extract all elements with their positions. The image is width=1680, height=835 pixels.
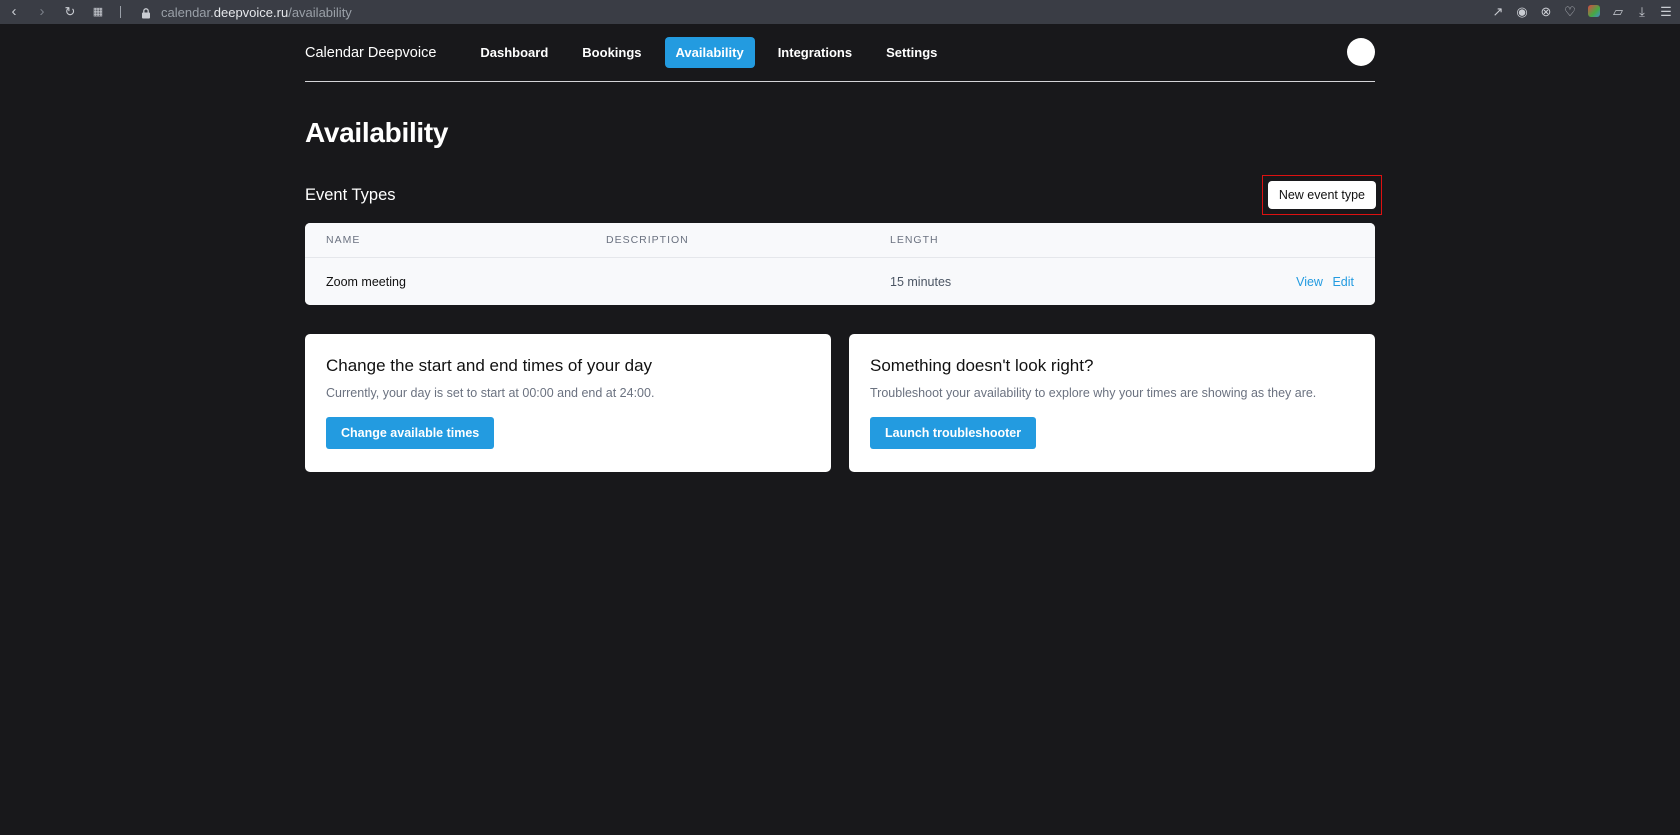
nav-availability[interactable]: Availability — [664, 37, 755, 68]
event-types-header: Event Types New event type — [305, 175, 1382, 215]
view-link[interactable]: View — [1296, 275, 1323, 289]
browser-toolbar: ‹ › ↻ ▦ calendar.deepvoice.ru/availabili… — [0, 0, 1680, 24]
edit-link[interactable]: Edit — [1332, 275, 1354, 289]
share-icon[interactable]: ↗ — [1490, 4, 1506, 20]
column-header-name: NAME — [326, 234, 361, 246]
card-title: Something doesn't look right? — [870, 356, 1094, 375]
url-path: /availability — [288, 4, 352, 20]
table-row: Zoom meeting 15 minutes View Edit — [305, 258, 1375, 305]
troubleshooter-card: Something doesn't look right? Troublesho… — [849, 334, 1375, 472]
forward-icon[interactable]: › — [28, 0, 56, 24]
highlight-frame: New event type — [1261, 175, 1382, 215]
box-icon[interactable]: ▱ — [1610, 4, 1626, 20]
working-hours-card: Change the start and end times of your d… — [305, 334, 831, 472]
download-icon[interactable]: ⤓ — [1634, 4, 1650, 20]
heart-icon[interactable]: ♡ — [1562, 4, 1578, 20]
url-prefix: calendar. — [161, 4, 214, 20]
brand-name[interactable]: Calendar Deepvoice — [305, 45, 436, 61]
card-description: Currently, your day is set to start at 0… — [326, 386, 655, 400]
avatar[interactable] — [1347, 38, 1375, 66]
card-description: Troubleshoot your availability to explor… — [870, 386, 1317, 400]
tabs-grid-icon[interactable]: ▦ — [84, 0, 112, 24]
address-bar[interactable]: calendar.deepvoice.ru/availability — [161, 5, 352, 20]
new-event-type-button[interactable]: New event type — [1267, 181, 1376, 209]
extension-icon[interactable] — [1586, 4, 1602, 20]
app-container: Calendar Deepvoice Dashboard Bookings Av… — [305, 24, 1382, 472]
event-name: Zoom meeting — [326, 274, 406, 289]
launch-troubleshooter-button[interactable]: Launch troubleshooter — [870, 417, 1037, 449]
event-length: 15 minutes — [890, 274, 952, 289]
url-domain: deepvoice.ru — [213, 4, 289, 20]
top-navigation: Calendar Deepvoice Dashboard Bookings Av… — [305, 24, 1375, 82]
toolbar-divider — [120, 6, 121, 18]
back-icon[interactable]: ‹ — [0, 0, 28, 24]
block-icon[interactable]: ⊗ — [1538, 4, 1554, 20]
lock-icon — [142, 7, 150, 18]
card-title: Change the start and end times of your d… — [326, 356, 653, 375]
nav-dashboard[interactable]: Dashboard — [469, 37, 559, 68]
nav-settings[interactable]: Settings — [875, 37, 948, 68]
row-actions: View Edit — [1190, 275, 1375, 289]
menu-icon[interactable]: ☰ — [1658, 4, 1674, 20]
section-title: Event Types — [305, 185, 396, 204]
event-types-table: NAME DESCRIPTION LENGTH Zoom meeting 15 … — [305, 223, 1375, 305]
change-available-times-button[interactable]: Change available times — [326, 417, 495, 449]
nav-bookings[interactable]: Bookings — [571, 37, 652, 68]
info-cards: Change the start and end times of your d… — [305, 334, 1375, 472]
column-header-description: DESCRIPTION — [606, 234, 689, 246]
table-header: NAME DESCRIPTION LENGTH — [305, 223, 1375, 258]
browser-extensions: ↗ ◉ ⊗ ♡ ▱ ⤓ ☰ — [1490, 0, 1674, 24]
reload-icon[interactable]: ↻ — [56, 0, 84, 24]
page-title: Availability — [305, 117, 449, 148]
camera-icon[interactable]: ◉ — [1514, 4, 1530, 20]
nav-integrations[interactable]: Integrations — [767, 37, 863, 68]
column-header-length: LENGTH — [890, 234, 939, 246]
